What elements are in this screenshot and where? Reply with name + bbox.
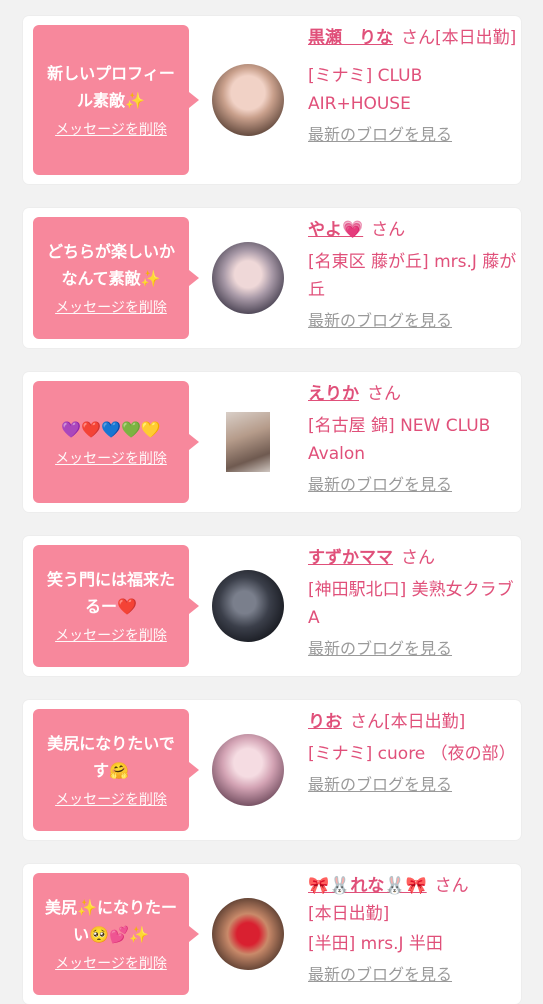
cast-suffix: さん[本日出勤] xyxy=(350,712,466,732)
delete-message-link[interactable]: メッセージを削除 xyxy=(55,954,167,974)
avatar[interactable] xyxy=(212,242,284,314)
latest-blog-link[interactable]: 最新のブログを見る xyxy=(308,964,452,986)
message-bubble: どちらが楽しいかなんて素敵✨ メッセージを削除 xyxy=(33,217,199,339)
latest-blog-link[interactable]: 最新のブログを見る xyxy=(308,124,452,146)
latest-blog-link[interactable]: 最新のブログを見る xyxy=(308,638,452,660)
delete-message-link[interactable]: メッセージを削除 xyxy=(55,626,167,646)
cast-info: 黒瀬 りな さん[本日出勤] [ミナミ] CLUB AIR+HOUSE 最新のブロ… xyxy=(308,24,518,146)
avatar[interactable] xyxy=(226,412,270,472)
work-status: [本日出勤] xyxy=(308,904,390,924)
message-card: どちらが楽しいかなんて素敵✨ メッセージを削除 やよ💗 さん [名東区 藤が丘] … xyxy=(23,208,521,348)
cast-suffix: さん xyxy=(367,384,401,404)
message-text: 美尻になりたいです🤗 xyxy=(47,734,175,780)
message-text: どちらが楽しいかなんて素敵✨ xyxy=(46,242,175,288)
cast-suffix: さん xyxy=(371,220,406,240)
message-card: 美尻になりたいです🤗 メッセージを削除 りお さん[本日出勤] [ミナミ] cuo… xyxy=(23,700,521,840)
cast-info: りお さん[本日出勤] [ミナミ] cuore （夜の部） 最新のブログを見る xyxy=(308,708,518,796)
message-text: 美尻✨になりたーい🥺💕✨ xyxy=(45,898,177,944)
cast-name-link[interactable]: えりか xyxy=(308,384,359,404)
shop-name: [半田] mrs.J 半田 xyxy=(308,934,443,954)
cast-suffix: さん xyxy=(434,876,469,896)
shop-name: [神田駅北口] 美熟女クラブA xyxy=(308,580,514,628)
cast-name-link[interactable]: すずかママ xyxy=(308,548,393,568)
message-card: 笑う門には福来たるー❤️ メッセージを削除 すずかママ さん [神田駅北口] 美熟… xyxy=(23,536,521,676)
message-bubble: 笑う門には福来たるー❤️ メッセージを削除 xyxy=(33,545,199,667)
shop-name: [ミナミ] CLUB AIR+HOUSE xyxy=(308,66,423,114)
message-bubble: 美尻になりたいです🤗 メッセージを削除 xyxy=(33,709,199,831)
latest-blog-link[interactable]: 最新のブログを見る xyxy=(308,474,452,496)
shop-name: [ミナミ] cuore （夜の部） xyxy=(308,744,516,764)
message-bubble: 新しいプロフィール素敵✨ メッセージを削除 xyxy=(33,25,199,175)
cast-name-link[interactable]: やよ💗 xyxy=(308,220,363,240)
shop-name: [名東区 藤が丘] mrs.J 藤が丘 xyxy=(308,252,517,300)
avatar[interactable] xyxy=(212,734,284,806)
message-bubble: 💜❤️💙💚💛 メッセージを削除 xyxy=(33,381,199,503)
cast-info: 🎀🐰れな🐰🎀 さん [本日出勤] [半田] mrs.J 半田 最新のブログを見る xyxy=(308,872,518,986)
cast-name-link[interactable]: 🎀🐰れな🐰🎀 xyxy=(308,876,427,896)
shop-name: [名古屋 錦] NEW CLUB Avalon xyxy=(308,416,491,464)
cast-name-link[interactable]: 黒瀬 りな xyxy=(308,28,393,48)
message-card: 美尻✨になりたーい🥺💕✨ メッセージを削除 🎀🐰れな🐰🎀 さん [本日出勤] [半… xyxy=(23,864,521,1004)
avatar[interactable] xyxy=(212,570,284,642)
cast-info: えりか さん [名古屋 錦] NEW CLUB Avalon 最新のブログを見る xyxy=(308,380,518,496)
avatar[interactable] xyxy=(212,64,284,136)
message-text: 💜❤️💙💚💛 xyxy=(61,419,161,439)
message-list: 新しいプロフィール素敵✨ メッセージを削除 黒瀬 りな さん[本日出勤] [ミナミ… xyxy=(0,0,543,1004)
cast-suffix: さん xyxy=(401,548,435,568)
latest-blog-link[interactable]: 最新のブログを見る xyxy=(308,774,452,796)
message-text: 新しいプロフィール素敵✨ xyxy=(47,64,175,110)
cast-name-link[interactable]: りお xyxy=(308,712,342,732)
message-text: 笑う門には福来たるー❤️ xyxy=(46,570,175,616)
latest-blog-link[interactable]: 最新のブログを見る xyxy=(308,310,452,332)
message-bubble: 美尻✨になりたーい🥺💕✨ メッセージを削除 xyxy=(33,873,199,995)
cast-suffix: さん[本日出勤] xyxy=(401,28,517,48)
delete-message-link[interactable]: メッセージを削除 xyxy=(55,449,167,469)
message-card: 新しいプロフィール素敵✨ メッセージを削除 黒瀬 りな さん[本日出勤] [ミナミ… xyxy=(23,16,521,184)
avatar[interactable] xyxy=(212,898,284,970)
cast-info: やよ💗 さん [名東区 藤が丘] mrs.J 藤が丘 最新のブログを見る xyxy=(308,216,518,332)
delete-message-link[interactable]: メッセージを削除 xyxy=(55,790,167,810)
message-card: 💜❤️💙💚💛 メッセージを削除 えりか さん [名古屋 錦] NEW CLUB A… xyxy=(23,372,521,512)
delete-message-link[interactable]: メッセージを削除 xyxy=(55,298,167,318)
cast-info: すずかママ さん [神田駅北口] 美熟女クラブA 最新のブログを見る xyxy=(308,544,518,660)
delete-message-link[interactable]: メッセージを削除 xyxy=(55,120,167,140)
